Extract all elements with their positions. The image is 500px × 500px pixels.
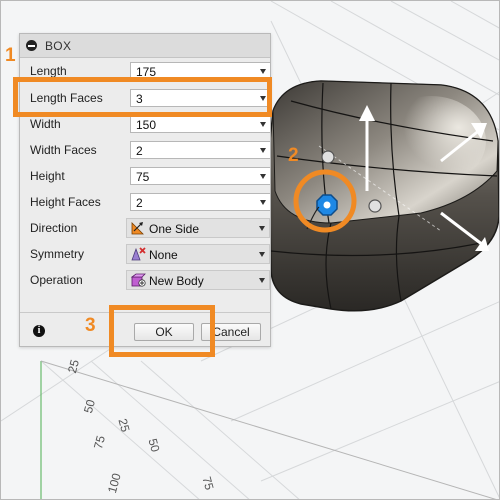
chevron-down-icon[interactable]: [259, 226, 265, 231]
height-faces-value: 2: [136, 196, 143, 210]
height-faces-row: Height Faces 2: [20, 191, 271, 213]
height-input[interactable]: 75: [130, 167, 271, 185]
operation-row: Operation New Body: [20, 269, 270, 291]
callout-box-3: [109, 305, 215, 357]
width-faces-label: Width Faces: [30, 143, 97, 157]
operation-label: Operation: [30, 273, 83, 287]
callout-box-1: [13, 77, 272, 117]
chevron-down-icon[interactable]: [259, 278, 265, 283]
direction-value: One Side: [149, 222, 200, 236]
direction-label: Direction: [30, 221, 78, 235]
height-faces-input[interactable]: 2: [130, 193, 271, 211]
height-row: Height 75: [20, 165, 271, 187]
chevron-down-icon[interactable]: [260, 122, 266, 127]
info-icon[interactable]: i: [33, 325, 45, 337]
symmetry-row: Symmetry None: [20, 243, 270, 265]
direction-one-side-icon: [131, 222, 144, 235]
width-faces-value: 2: [136, 144, 143, 158]
direction-row: Direction One Side: [20, 217, 270, 239]
chevron-down-icon[interactable]: [259, 252, 265, 257]
chevron-down-icon[interactable]: [260, 148, 266, 153]
height-value: 75: [136, 170, 150, 184]
length-label: Length: [30, 64, 67, 78]
direction-select[interactable]: One Side: [126, 218, 270, 238]
operation-select[interactable]: New Body: [126, 270, 270, 290]
canvas-viewport[interactable]: 25 50 75 100 25 50 75 BOX Length 175 Len…: [0, 0, 500, 500]
height-faces-label: Height Faces: [30, 195, 101, 209]
callout-number-2: 2: [288, 145, 299, 166]
chevron-down-icon[interactable]: [260, 174, 266, 179]
chevron-down-icon[interactable]: [260, 69, 266, 74]
dialog-title: BOX: [45, 38, 72, 53]
width-label: Width: [30, 117, 61, 131]
dialog-header[interactable]: BOX: [20, 34, 270, 58]
width-input[interactable]: 150: [130, 115, 271, 133]
width-value: 150: [136, 118, 157, 132]
operation-value: New Body: [149, 274, 204, 288]
height-label: Height: [30, 169, 65, 183]
symmetry-label: Symmetry: [30, 247, 84, 261]
box-body[interactable]: [268, 80, 499, 312]
symmetry-select[interactable]: None: [126, 244, 270, 264]
callout-number-3: 3: [85, 315, 96, 336]
symmetry-none-icon: [131, 247, 146, 261]
collapse-icon[interactable]: [26, 40, 37, 51]
width-faces-input[interactable]: 2: [130, 141, 271, 159]
chevron-down-icon[interactable]: [260, 200, 266, 205]
new-body-icon: [130, 273, 146, 287]
callout-number-1: 1: [5, 45, 16, 66]
width-faces-row: Width Faces 2: [20, 139, 271, 161]
symmetry-value: None: [149, 248, 178, 262]
